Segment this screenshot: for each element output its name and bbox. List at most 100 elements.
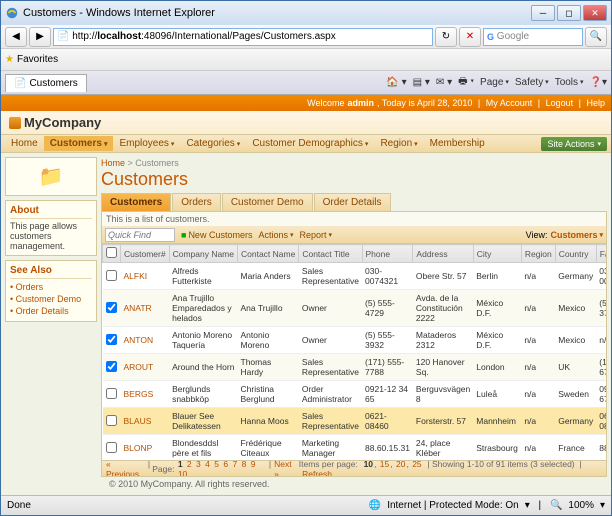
site-actions-button[interactable]: Site Actions [541, 137, 607, 151]
column-header[interactable]: Address [413, 245, 473, 263]
table-row[interactable]: ALFKIAlfreds FutterkisteMaria AndersSale… [103, 263, 607, 290]
home-icon[interactable]: 🏠 ▾ [386, 77, 406, 88]
favorites-label[interactable]: Favorites [17, 54, 58, 65]
table-row[interactable]: BLONPBlondesddsl père et filsFrédérique … [103, 435, 607, 461]
pager-page[interactable]: 2 [187, 459, 192, 469]
pager-refresh[interactable]: Refresh [302, 469, 332, 478]
pager-page[interactable]: 4 [205, 459, 210, 469]
nav-item-customers[interactable]: Customers▾ [44, 136, 114, 151]
refresh-button[interactable]: ↻ [435, 27, 457, 47]
column-header[interactable]: Company Name [169, 245, 237, 263]
feeds-icon[interactable]: ▤ ▾ [413, 77, 430, 88]
actions-menu[interactable]: Actions [258, 230, 293, 240]
nav-item-customer-demographics[interactable]: Customer Demographics▾ [246, 136, 374, 151]
pager-page[interactable]: 1 [178, 459, 183, 469]
row-checkbox[interactable] [106, 334, 117, 345]
subtab-order-details[interactable]: Order Details [314, 193, 391, 211]
site-logo[interactable]: MyCompany [9, 115, 101, 130]
customer-id-link[interactable]: BLAUS [121, 408, 170, 435]
help-icon[interactable]: ❓▾ [590, 77, 607, 88]
search-box[interactable]: G Google [483, 28, 583, 46]
pager-page[interactable]: 6 [223, 459, 228, 469]
column-header[interactable]: Country [555, 245, 596, 263]
row-checkbox[interactable] [106, 361, 117, 372]
back-button[interactable]: ◀ [5, 27, 27, 47]
customer-id-link[interactable]: ANTON [121, 327, 170, 354]
breadcrumb-home[interactable]: Home [101, 158, 125, 168]
pager-page[interactable]: 8 [242, 459, 247, 469]
pager-page[interactable]: 5 [214, 459, 219, 469]
pager-prev[interactable]: « Previous [106, 459, 145, 478]
report-menu[interactable]: Report [299, 230, 332, 240]
page-menu[interactable]: Page [480, 77, 509, 88]
address-bar[interactable]: 📄 http://localhost:48096/International/P… [53, 28, 433, 46]
pager-ipp[interactable]: 10 [364, 459, 373, 469]
row-checkbox[interactable] [106, 442, 117, 453]
safety-menu[interactable]: Safety [515, 77, 549, 88]
close-button[interactable]: ✕ [583, 5, 607, 21]
pager-page[interactable]: 7 [232, 459, 237, 469]
column-header[interactable]: Contact Name [238, 245, 299, 263]
zoom-icon[interactable]: 🔍 [550, 500, 562, 511]
table-row[interactable]: ANATRAna Trujillo Emparedados y heladosA… [103, 290, 607, 327]
zoom-level[interactable]: 100% [568, 500, 594, 511]
row-checkbox[interactable] [106, 302, 117, 313]
column-header[interactable]: Customer# [121, 245, 170, 263]
subtab-customers[interactable]: Customers [101, 193, 171, 211]
pager-page[interactable]: 10 [178, 469, 187, 478]
quickfind-input[interactable] [105, 228, 175, 242]
pager-page[interactable]: 9 [251, 459, 256, 469]
maximize-button[interactable]: ◻ [557, 5, 581, 21]
nav-item-region[interactable]: Region▾ [374, 136, 423, 151]
nav-item-membership[interactable]: Membership [424, 136, 491, 151]
favorites-star-icon[interactable]: ★ [5, 54, 14, 65]
search-button[interactable]: 🔍 [585, 27, 607, 47]
protected-mode-toggle[interactable]: ▾ [525, 500, 530, 511]
stop-button[interactable]: ✕ [459, 27, 481, 47]
row-checkbox[interactable] [106, 270, 117, 281]
nav-item-home[interactable]: Home [5, 136, 44, 151]
row-checkbox[interactable] [106, 388, 117, 399]
print-icon[interactable]: 🖶 ▾ [458, 74, 474, 91]
pager-next[interactable]: Next » [274, 459, 298, 478]
mail-icon[interactable]: ✉ ▾ [436, 77, 452, 88]
my-account-link[interactable]: My Account [486, 98, 533, 108]
column-header[interactable]: Region [521, 245, 555, 263]
column-header[interactable] [103, 245, 121, 263]
customer-id-link[interactable]: AROUT [121, 354, 170, 381]
logout-link[interactable]: Logout [546, 98, 574, 108]
column-header[interactable]: Contact Title [299, 245, 362, 263]
column-header[interactable]: Phone [362, 245, 413, 263]
zoom-dropdown[interactable]: ▾ [600, 500, 605, 511]
seealso-item[interactable]: Order Details [10, 305, 92, 317]
seealso-item[interactable]: Orders [10, 281, 92, 293]
customer-id-link[interactable]: BLONP [121, 435, 170, 461]
browser-tab[interactable]: 📄 Customers [5, 74, 87, 92]
customer-id-link[interactable]: ANATR [121, 290, 170, 327]
help-link[interactable]: Help [586, 98, 605, 108]
row-checkbox[interactable] [106, 415, 117, 426]
view-selector[interactable]: Customers [551, 230, 603, 240]
table-row[interactable]: BERGSBerglunds snabbköpChristina Berglun… [103, 381, 607, 408]
minimize-button[interactable]: ─ [531, 5, 555, 21]
tools-menu[interactable]: Tools [555, 77, 584, 88]
customer-id-link[interactable]: BERGS [121, 381, 170, 408]
pager-ipp[interactable]: 20 [396, 459, 405, 469]
subtab-orders[interactable]: Orders [172, 193, 221, 211]
select-all-checkbox[interactable] [106, 247, 117, 258]
new-customers-button[interactable]: ■New Customers [181, 230, 252, 240]
nav-item-categories[interactable]: Categories▾ [180, 136, 246, 151]
table-row[interactable]: AROUTAround the HornThomas HardySales Re… [103, 354, 607, 381]
nav-item-employees[interactable]: Employees▾ [113, 136, 180, 151]
seealso-item[interactable]: Customer Demo [10, 293, 92, 305]
pager-page[interactable]: 3 [196, 459, 201, 469]
table-row[interactable]: BLAUSBlauer See DelikatessenHanna MoosSa… [103, 408, 607, 435]
pager-ipp[interactable]: 15 [380, 459, 389, 469]
subtab-customer-demo[interactable]: Customer Demo [222, 193, 313, 211]
pager-ipp[interactable]: 25 [412, 459, 421, 469]
table-row[interactable]: ANTONAntonio Moreno TaqueríaAntonio More… [103, 327, 607, 354]
customer-id-link[interactable]: ALFKI [121, 263, 170, 290]
column-header[interactable]: Fax [596, 245, 606, 263]
forward-button[interactable]: ▶ [29, 27, 51, 47]
column-header[interactable]: City [473, 245, 521, 263]
